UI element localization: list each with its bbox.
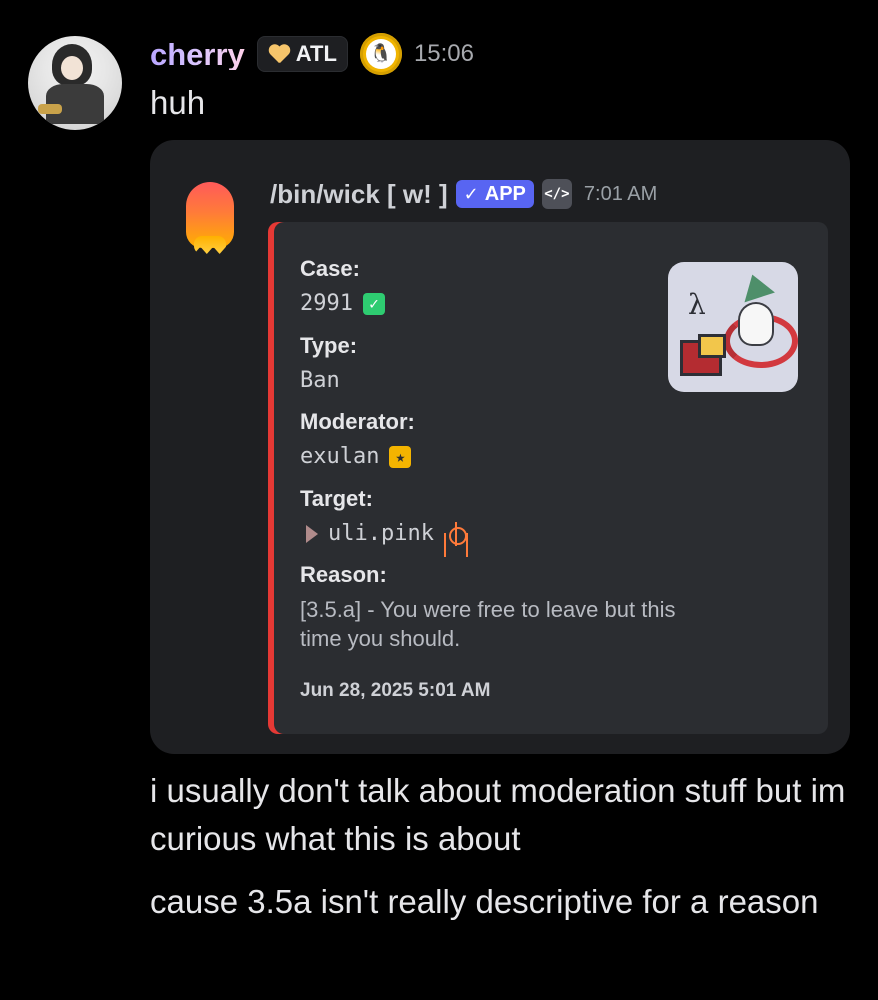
avatar-accent — [38, 104, 62, 114]
linux-badge-inner: 🐧 — [365, 39, 396, 69]
bot-header: /bin/wick [ w! ] ✓ APP </> 7:01 AM — [270, 176, 657, 212]
target-value: uli.pink — [300, 520, 720, 549]
server-tag[interactable]: ATL — [256, 36, 348, 72]
type-label: Type: — [300, 332, 358, 358]
target-crosshair-icon — [444, 522, 468, 547]
linux-badge-icon[interactable]: 🐧 — [359, 33, 402, 75]
moderator-value: exulan ★ — [300, 443, 720, 472]
bot-timestamp: 7:01 AM — [583, 182, 658, 205]
type-text: Ban — [300, 367, 340, 393]
app-badge: ✓ APP — [455, 180, 534, 208]
ghost-icon — [738, 302, 774, 346]
app-badge-label: APP — [484, 182, 526, 205]
reason-label: Reason: — [300, 562, 387, 588]
mod-case-embed: λ Case: 2991 ✓ Type: Ban Moderator: exul… — [268, 222, 828, 734]
linux-penguin-icon: 🐧 — [369, 43, 393, 64]
case-label: Case: — [300, 256, 360, 281]
bot-name[interactable]: /bin/wick [ w! ] — [270, 179, 448, 210]
wizard-hat-icon — [737, 269, 775, 303]
star-icon: ★ — [389, 446, 412, 469]
followup-message-1: i usually don't talk about moderation st… — [150, 772, 846, 857]
play-icon — [306, 525, 318, 544]
check-icon: ✓ — [362, 293, 385, 316]
type-value: Ban — [300, 367, 720, 396]
user-avatar[interactable] — [28, 36, 122, 130]
case-number: 2991 — [300, 291, 353, 316]
username[interactable]: cherry — [150, 39, 245, 70]
case-value: 2991 ✓ — [300, 290, 720, 319]
verified-check-icon: ✓ — [463, 184, 479, 204]
embed-fields: Case: 2991 ✓ Type: Ban Moderator: exulan… — [300, 256, 720, 702]
avatar-face — [61, 56, 83, 80]
embed-footer-date: Jun 28, 2025 5:01 AM — [300, 679, 491, 701]
message-timestamp: 15:06 — [413, 40, 474, 67]
target-label: Target: — [300, 485, 373, 511]
followup-message-2: cause 3.5a isn't really descriptive for … — [150, 883, 819, 920]
developer-badge: </> — [541, 179, 572, 209]
message-text: huh — [150, 84, 206, 121]
reason-value: [3.5.a] - You were free to leave but thi… — [300, 597, 676, 651]
server-tag-label: ATL — [295, 41, 337, 66]
message-header: cherry ATL 🐧 15:06 — [150, 33, 474, 75]
bot-avatar-icon[interactable] — [186, 182, 234, 248]
heart-icon — [268, 45, 290, 63]
target-name[interactable]: uli.pink — [328, 520, 434, 549]
moderator-name[interactable]: exulan — [300, 443, 379, 472]
moderator-label: Moderator: — [300, 409, 415, 435]
